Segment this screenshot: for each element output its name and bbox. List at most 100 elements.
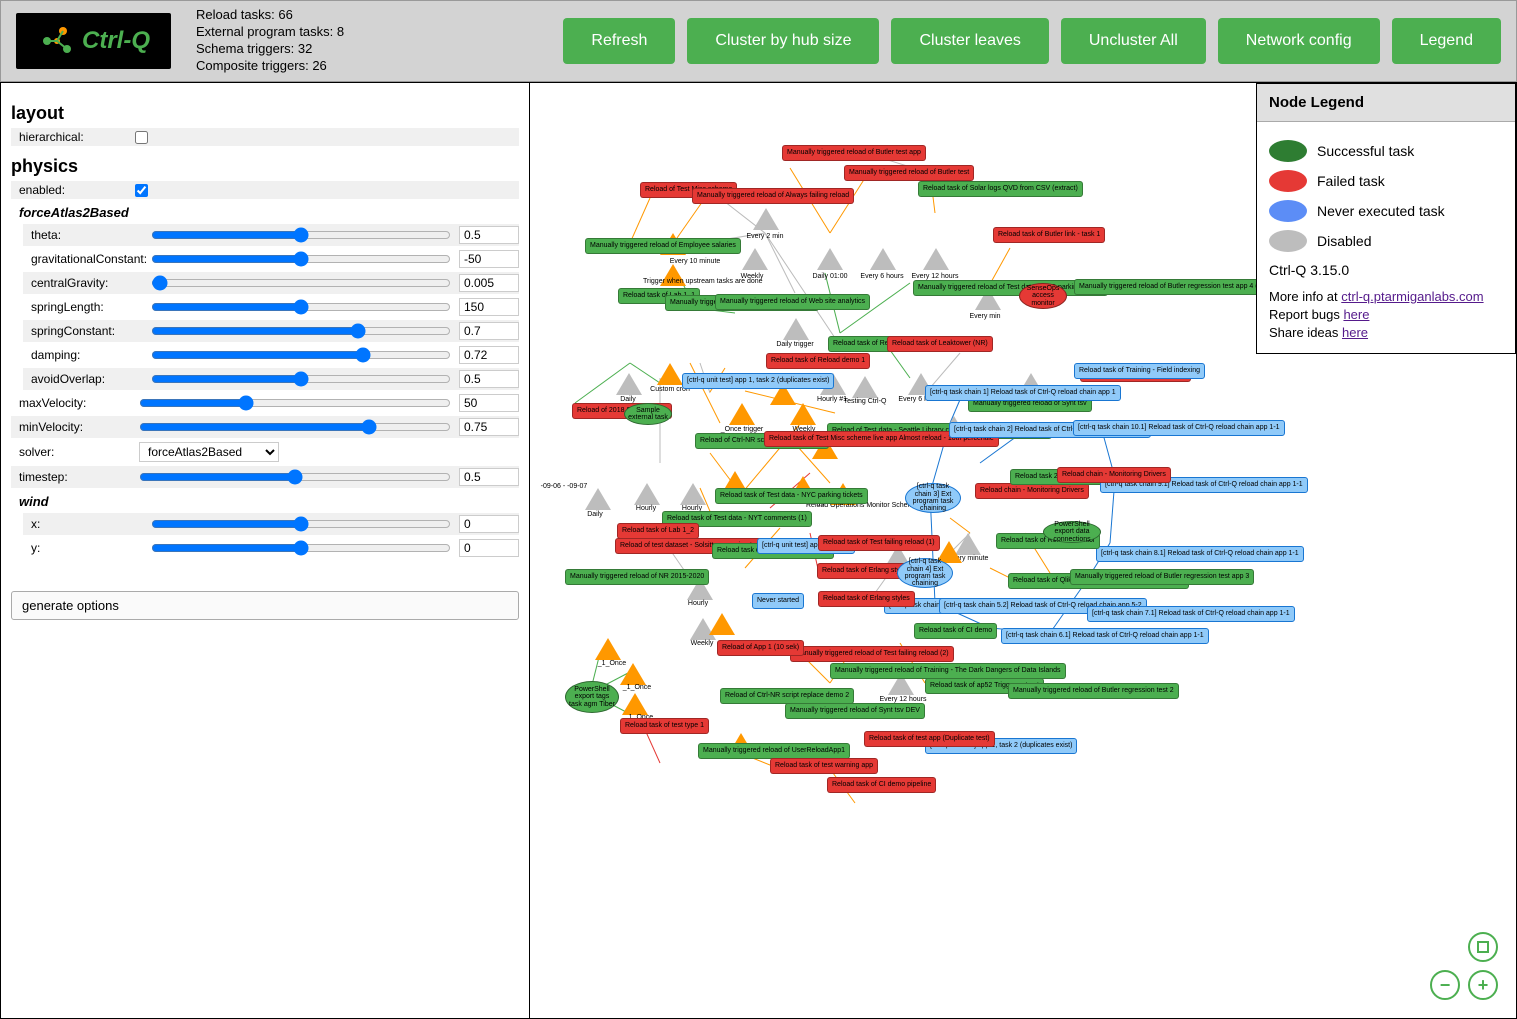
zoom-out-button[interactable]: − xyxy=(1430,970,1460,1000)
more-info-link[interactable]: ctrl-q.ptarmiganlabs.com xyxy=(1341,289,1483,304)
node-n24[interactable]: [ctrl-q unit test] app 1, task 2 (duplic… xyxy=(682,373,834,389)
refresh-button[interactable]: Refresh xyxy=(563,18,675,64)
trigger-1once3[interactable] xyxy=(622,693,648,715)
value-springlength[interactable] xyxy=(459,298,519,316)
node-n46[interactable]: Reload task of CI demo xyxy=(914,623,997,639)
trigger-hourly3[interactable] xyxy=(680,483,706,505)
node-ellipse-n42[interactable]: PowerShell export data connections xyxy=(1043,521,1101,543)
node-n9[interactable]: Manually triggered reload of Web site an… xyxy=(715,294,870,310)
node-ns[interactable]: Never started xyxy=(752,593,804,609)
node-n50[interactable]: Reload task of Butler link - task 1 xyxy=(993,227,1105,243)
node-n45[interactable]: Manually triggered reload of Butler regr… xyxy=(1070,569,1254,585)
value-springconstant[interactable] xyxy=(459,322,519,340)
node-n21[interactable]: Reload task of Leaktower (NR) xyxy=(887,336,993,352)
node-n61[interactable]: Reload task of CI demo pipeline xyxy=(827,777,936,793)
cluster-leaves-button[interactable]: Cluster leaves xyxy=(891,18,1048,64)
node-n39[interactable]: [ctrl-q task chain 10.1] Reload task of … xyxy=(1073,420,1285,436)
zoom-in-button[interactable]: + xyxy=(1468,970,1498,1000)
uncluster-all-button[interactable]: Uncluster All xyxy=(1061,18,1206,64)
value-maxvelocity[interactable] xyxy=(459,394,519,412)
slider-wind-x[interactable] xyxy=(151,516,451,532)
trigger-1once[interactable] xyxy=(595,638,621,660)
node-n36[interactable]: [ctrl-q task chain 7.1] Reload task of C… xyxy=(1087,606,1295,622)
node-n1[interactable]: Manually triggered reload of Butler test… xyxy=(782,145,926,161)
node-n5[interactable]: Manually triggered reload of Employee sa… xyxy=(585,238,741,254)
node-n51[interactable]: Manually triggered reload of Test failin… xyxy=(790,646,954,662)
value-wind-y[interactable] xyxy=(459,539,519,557)
node-ellipse-n32[interactable]: [ctrl-q task chain 4] Ext program task c… xyxy=(897,558,953,588)
checkbox-hierarchical[interactable] xyxy=(135,131,148,144)
value-theta[interactable] xyxy=(459,226,519,244)
generate-options-button[interactable]: generate options xyxy=(11,591,519,620)
node-n53[interactable]: Manually triggered reload of Butler regr… xyxy=(1008,683,1179,699)
node-n20[interactable]: Reload task of Lab 1_2 xyxy=(617,523,699,539)
node-n37[interactable]: [ctrl-q task chain 8.1] Reload task of C… xyxy=(1096,546,1304,562)
cluster-hub-button[interactable]: Cluster by hub size xyxy=(687,18,879,64)
node-n13[interactable]: Reload task of Test data - NYC parking t… xyxy=(715,488,868,504)
node-n22[interactable]: Reload chain - Monitoring Drivers xyxy=(975,483,1089,499)
node-ellipse-n31[interactable]: [ctrl-q task chain 3] Ext program task c… xyxy=(905,483,961,513)
node-n57[interactable]: Reload of Ctrl-NR script replace demo 2 xyxy=(720,688,854,704)
node-n16[interactable]: Reload task of Reload demo 1 xyxy=(766,353,870,369)
node-nrv[interactable]: Reload chain - Monitoring Drivers xyxy=(1057,467,1171,483)
node-ellipse-n10[interactable]: Sample external task xyxy=(624,403,672,425)
trigger-weekly2[interactable] xyxy=(790,403,816,425)
trigger-every12hours[interactable] xyxy=(923,248,949,270)
slider-springlength[interactable] xyxy=(151,299,451,315)
trigger-1once2[interactable] xyxy=(620,663,646,685)
node-n35[interactable]: [ctrl-q task chain 6.1] Reload task of C… xyxy=(1001,628,1209,644)
trigger-dailytrigger[interactable] xyxy=(783,318,809,340)
slider-damping[interactable] xyxy=(151,347,451,363)
slider-theta[interactable] xyxy=(151,227,451,243)
node-n62[interactable]: Reload task of test type 1 xyxy=(620,718,709,734)
trigger-customcron[interactable] xyxy=(657,363,683,385)
node-n59[interactable]: Manually triggered reload of UserReloadA… xyxy=(698,743,850,759)
slider-minvelocity[interactable] xyxy=(139,419,451,435)
node-n58[interactable]: Reload task of test app (Duplicate test) xyxy=(864,731,995,747)
node-n4[interactable]: Manually triggered reload of Always fail… xyxy=(692,188,854,204)
value-timestep[interactable] xyxy=(459,468,519,486)
bugs-link[interactable]: here xyxy=(1343,307,1369,322)
node-nsred[interactable]: Reload task of Erlang styles xyxy=(818,591,915,607)
node-n29[interactable]: [ctrl-q task chain 1] Reload task of Ctr… xyxy=(925,385,1121,401)
slider-springconstant[interactable] xyxy=(151,323,451,339)
trigger-hourly2[interactable] xyxy=(634,483,660,505)
value-minvelocity[interactable] xyxy=(459,418,519,436)
node-n43[interactable]: Reload task of Training - Field indexing xyxy=(1074,363,1205,379)
ideas-link[interactable]: here xyxy=(1342,325,1368,340)
node-ellipse-n66[interactable]: SenseOps access monitor xyxy=(1019,283,1067,309)
value-gravconst[interactable] xyxy=(459,250,519,268)
node-n54[interactable]: Manually triggered reload of Training - … xyxy=(830,663,1066,679)
trigger-weekly[interactable] xyxy=(742,248,768,270)
node-n56[interactable]: Reload of App 1 (10 sek) xyxy=(717,640,804,656)
slider-centralgravity[interactable] xyxy=(151,275,451,291)
fit-button[interactable] xyxy=(1468,932,1498,962)
node-n55[interactable]: Manually triggered reload of Synt tsv DE… xyxy=(785,703,925,719)
checkbox-enabled[interactable] xyxy=(135,184,148,197)
select-solver[interactable]: forceAtlas2Based xyxy=(139,442,279,462)
trigger-testingctrlq[interactable] xyxy=(852,376,878,398)
value-damping[interactable] xyxy=(459,346,519,364)
trigger-every6hours[interactable] xyxy=(870,248,896,270)
slider-wind-y[interactable] xyxy=(151,540,451,556)
value-centralgravity[interactable] xyxy=(459,274,519,292)
slider-gravconst[interactable] xyxy=(151,251,451,267)
slider-maxvelocity[interactable] xyxy=(139,395,451,411)
trigger-daily3[interactable] xyxy=(585,488,611,510)
trigger-every2min[interactable] xyxy=(753,208,779,230)
node-n48[interactable]: Reload task of Test failing reload (1) xyxy=(818,535,940,551)
node-n60[interactable]: Reload task of test warning app xyxy=(770,758,878,774)
slider-timestep[interactable] xyxy=(139,469,451,485)
slider-avoidoverlap[interactable] xyxy=(151,371,451,387)
node-ellipse-n64[interactable]: PowerShell export tags task agm Tiber xyxy=(565,681,619,713)
value-avoidoverlap[interactable] xyxy=(459,370,519,388)
node-n2[interactable]: Manually triggered reload of Butler test xyxy=(844,165,974,181)
network-config-button[interactable]: Network config xyxy=(1218,18,1380,64)
node-n65[interactable]: Reload task of Solar logs QVD from CSV (… xyxy=(918,181,1083,197)
node-n63[interactable]: Manually triggered reload of NR 2015-202… xyxy=(565,569,709,585)
legend-button[interactable]: Legend xyxy=(1392,18,1501,64)
trigger-daily[interactable] xyxy=(616,373,642,395)
value-wind-x[interactable] xyxy=(459,515,519,533)
trigger-daily0100[interactable] xyxy=(817,248,843,270)
trigger-stub2[interactable] xyxy=(709,613,735,635)
